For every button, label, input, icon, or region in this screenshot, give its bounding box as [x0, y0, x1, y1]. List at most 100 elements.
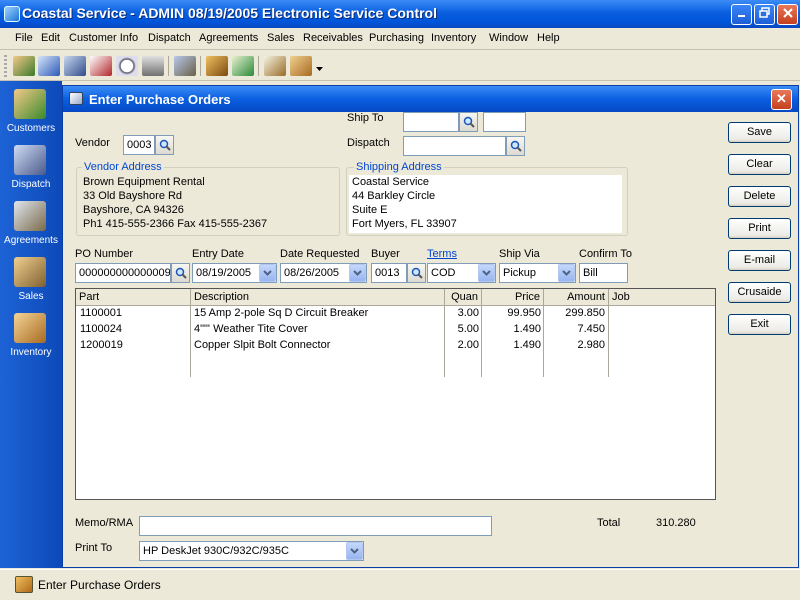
sidebar-item-dispatch[interactable]: Dispatch	[0, 145, 62, 197]
buyer-input[interactable]: 0013	[371, 263, 407, 283]
menu-customer-info[interactable]: Customer Info	[69, 32, 138, 44]
dispatch-lookup-button[interactable]	[506, 136, 525, 156]
buyer-lookup-button[interactable]	[407, 263, 426, 283]
taskbar: Enter Purchase Orders	[0, 569, 800, 600]
po-number-input[interactable]: 000000000000009	[75, 263, 171, 283]
line-items-grid[interactable]: Part Description Quan Price Amount Job 1…	[75, 288, 716, 500]
sidebar-item-customers[interactable]: Customers	[0, 89, 62, 141]
column-header-quan[interactable]: Quan	[445, 289, 482, 306]
sidebar-item-agreements[interactable]: Agreements	[0, 201, 62, 253]
table-row[interactable]: 1200019 Copper Slpit Bolt Connector 2.00…	[76, 338, 715, 354]
email-button[interactable]: E-mail	[728, 250, 791, 271]
menu-window[interactable]: Window	[489, 32, 528, 44]
print-button[interactable]: Print	[728, 218, 791, 239]
cell-description: 4""' Weather Tite Cover	[194, 323, 308, 335]
column-header-description[interactable]: Description	[191, 289, 445, 306]
contacts-icon[interactable]	[38, 56, 60, 76]
confirm-to-input[interactable]: Bill	[579, 263, 628, 283]
vendor-address-title: Vendor Address	[82, 161, 164, 173]
app-title-bar[interactable]: Coastal Service - ADMIN 08/19/2005 Elect…	[0, 0, 800, 28]
column-header-part[interactable]: Part	[76, 289, 191, 306]
print-to-dropdown-button[interactable]	[346, 542, 363, 560]
crusaide-button[interactable]: Crusaide	[728, 282, 791, 303]
chevron-down-icon	[263, 270, 272, 276]
calendar-icon[interactable]	[90, 56, 112, 76]
ship-to-input[interactable]	[403, 112, 459, 132]
terms-dropdown-button[interactable]	[478, 264, 495, 282]
shipping-address-line: Coastal Service	[352, 176, 430, 188]
shipping-address-box[interactable]: Coastal Service 44 Barkley Circle Suite …	[349, 175, 622, 233]
vendor-label: Vendor	[75, 137, 110, 149]
menu-sales[interactable]: Sales	[267, 32, 295, 44]
reports-icon[interactable]	[264, 56, 286, 76]
schedule-icon[interactable]	[116, 56, 138, 76]
ship-to-label: Ship To	[347, 112, 384, 124]
sidebar-item-inventory[interactable]: Inventory	[0, 313, 62, 365]
close-app-button[interactable]	[777, 4, 798, 25]
delete-button[interactable]: Delete	[728, 186, 791, 207]
window-title-bar[interactable]: Enter Purchase Orders ✕	[63, 86, 798, 112]
toolbar-grip[interactable]	[4, 55, 7, 77]
magnifier-icon	[510, 140, 522, 152]
restore-button[interactable]	[754, 4, 775, 25]
terms-link[interactable]: Terms	[427, 248, 457, 260]
po-number-lookup-button[interactable]	[171, 263, 190, 283]
chevron-down-icon	[482, 270, 491, 276]
ship-via-dropdown-button[interactable]	[558, 264, 575, 282]
column-header-amount[interactable]: Amount	[544, 289, 609, 306]
entry-date-input[interactable]: 08/19/2005	[192, 263, 277, 283]
date-requested-input[interactable]: 08/26/2005	[280, 263, 367, 283]
customers-icon[interactable]	[13, 56, 35, 76]
terms-select[interactable]: COD	[427, 263, 496, 283]
menu-dispatch[interactable]: Dispatch	[148, 32, 191, 44]
sidebar-label: Customers	[6, 123, 56, 134]
menu-help[interactable]: Help	[537, 32, 560, 44]
table-row[interactable]: 1100024 4""' Weather Tite Cover 5.00 1.4…	[76, 322, 715, 338]
magnifier-icon	[411, 267, 423, 279]
ship-via-select[interactable]: Pickup	[499, 263, 576, 283]
vendor-address-box: Brown Equipment Rental 33 Old Bayshore R…	[80, 176, 335, 234]
entry-date-dropdown-button[interactable]	[259, 264, 276, 282]
shipping-address-line: Suite E	[352, 204, 388, 216]
ship-to-lookup-button[interactable]	[459, 112, 478, 132]
taskbar-item-purchase-orders[interactable]: Enter Purchase Orders	[12, 573, 161, 597]
save-button[interactable]: Save	[728, 122, 791, 143]
more-icon[interactable]	[316, 63, 323, 75]
agreements-icon[interactable]	[174, 56, 196, 76]
exit-button[interactable]: Exit	[728, 314, 791, 335]
taskbar-item-label: Enter Purchase Orders	[38, 578, 161, 592]
menu-purchasing[interactable]: Purchasing	[369, 32, 424, 44]
menu-file[interactable]: File	[15, 32, 33, 44]
clear-button[interactable]: Clear	[728, 154, 791, 175]
menu-agreements[interactable]: Agreements	[199, 32, 258, 44]
vendor-lookup-button[interactable]	[155, 135, 174, 155]
sidebar-item-sales[interactable]: Sales	[0, 257, 62, 309]
sales-register-icon[interactable]	[206, 56, 228, 76]
menu-edit[interactable]: Edit	[41, 32, 60, 44]
print-to-label: Print To	[75, 542, 113, 554]
ship-to-code-input[interactable]	[483, 112, 526, 132]
close-window-button[interactable]: ✕	[771, 89, 792, 110]
dispatch-input[interactable]	[403, 136, 506, 156]
purchase-order-icon	[69, 92, 83, 105]
inventory-box-icon[interactable]	[290, 56, 312, 76]
menu-receivables[interactable]: Receivables	[303, 32, 363, 44]
memo-input[interactable]	[139, 516, 492, 536]
menu-inventory[interactable]: Inventory	[431, 32, 476, 44]
customers-icon	[14, 89, 46, 119]
vendor-input[interactable]: 0003	[123, 135, 155, 155]
column-header-job[interactable]: Job	[609, 289, 715, 306]
toolbar-separator	[168, 56, 169, 76]
cell-quan: 5.00	[457, 323, 479, 335]
dispatch-label: Dispatch	[347, 137, 390, 149]
vendor-address-line: Ph1 415-555-2366 Fax 415-555-2367	[83, 218, 268, 230]
ledger-icon[interactable]	[232, 56, 254, 76]
minimize-button[interactable]	[731, 4, 752, 25]
printer-icon[interactable]	[142, 56, 164, 76]
table-row[interactable]: 1100001 15 Amp 2-pole Sq D Circuit Break…	[76, 306, 715, 322]
dispatch-icon[interactable]	[64, 56, 86, 76]
column-header-price[interactable]: Price	[482, 289, 544, 306]
date-requested-dropdown-button[interactable]	[349, 264, 366, 282]
minimize-icon	[737, 15, 745, 17]
print-to-select[interactable]: HP DeskJet 930C/932C/935C	[139, 541, 364, 561]
